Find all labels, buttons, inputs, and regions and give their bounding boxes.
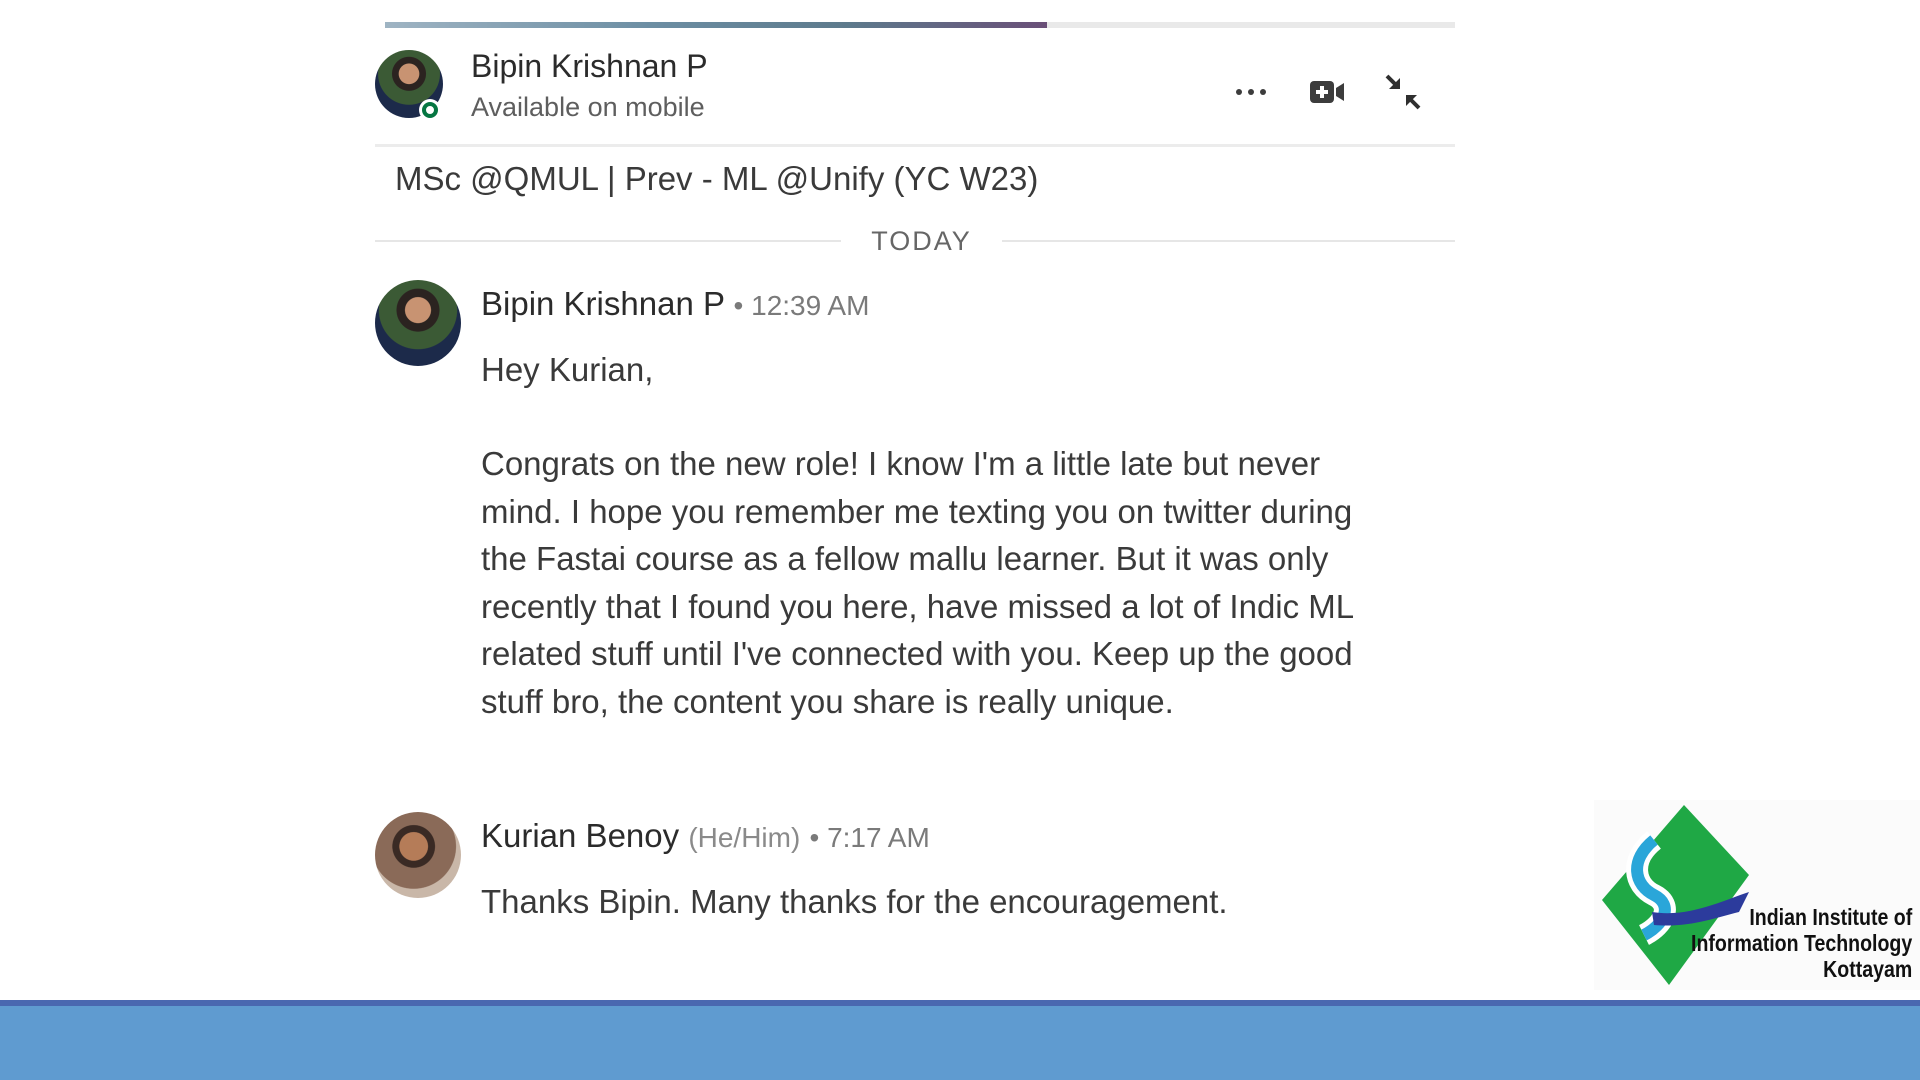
slide-footer-bar — [0, 1000, 1920, 1080]
sender-pronouns: (He/Him) — [688, 822, 801, 853]
sender-avatar[interactable] — [375, 280, 461, 366]
logo-line: Indian Institute of — [1749, 904, 1912, 930]
logo-line: Information Technology — [1690, 930, 1912, 956]
divider-line-right — [1002, 240, 1455, 242]
collapse-icon — [1385, 74, 1421, 110]
institute-logo: Indian Institute of Information Technolo… — [1594, 800, 1920, 990]
profile-headline: MSc @QMUL | Prev - ML @Unify (YC W23) — [395, 160, 1039, 197]
online-status-icon — [422, 102, 438, 118]
contact-name[interactable]: Bipin Krishnan P — [471, 48, 708, 85]
conversation-header: Bipin Krishnan P Available on mobile — [375, 28, 1455, 147]
messaging-window: Bipin Krishnan P Available on mobile MSc… — [375, 0, 1455, 1000]
message-sender-name[interactable]: Kurian Benoy — [481, 817, 679, 854]
video-call-icon — [1310, 81, 1344, 103]
video-call-button[interactable] — [1299, 64, 1355, 120]
more-options-button[interactable] — [1223, 64, 1279, 120]
more-options-icon — [1236, 89, 1242, 95]
divider-line-left — [375, 240, 841, 242]
message-sender-line: Kurian Benoy (He/Him) • 7:17 AM — [481, 817, 930, 855]
collapse-conversation-button[interactable] — [1375, 64, 1431, 120]
logo-line: Kottayam — [1822, 956, 1912, 982]
message-sender-line: Bipin Krishnan P • 12:39 AM — [481, 285, 869, 323]
message-body: Thanks Bipin. Many thanks for the encour… — [481, 883, 1228, 920]
message-body: Congrats on the new role! I know I'm a l… — [481, 445, 1353, 720]
more-options-icon-dot — [1260, 89, 1266, 95]
sender-avatar[interactable] — [375, 812, 461, 898]
date-divider: TODAY — [375, 226, 1455, 256]
slide-footer-line — [0, 1000, 1920, 1006]
message-timestamp: • 12:39 AM — [733, 290, 870, 321]
institute-logo-text: Indian Institute of Information Technolo… — [1691, 904, 1912, 982]
message-greeting: Hey Kurian, — [481, 351, 654, 388]
message-timestamp: • 7:17 AM — [809, 822, 930, 853]
more-options-icon-dot — [1248, 89, 1254, 95]
contact-status: Available on mobile — [471, 92, 705, 122]
message-sender-name[interactable]: Bipin Krishnan P — [481, 285, 724, 322]
date-divider-label: TODAY — [871, 226, 972, 256]
